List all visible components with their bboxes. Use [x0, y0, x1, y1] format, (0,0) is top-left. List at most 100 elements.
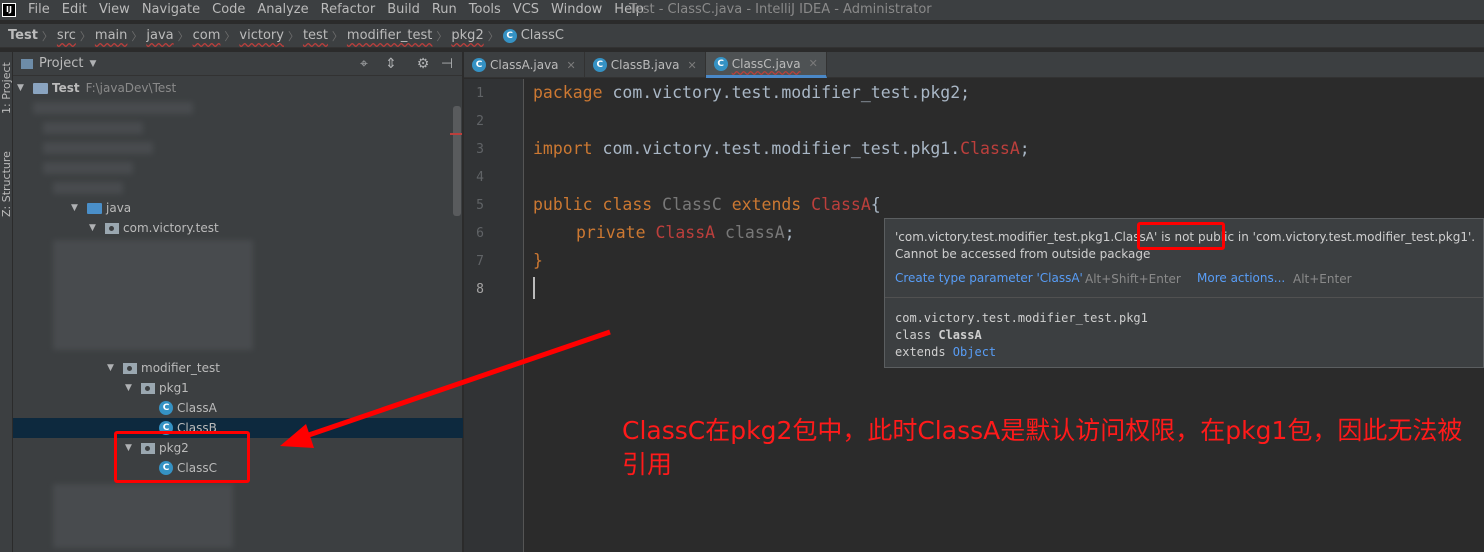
window-title: Test - ClassC.java - IntelliJ IDEA - Adm…	[629, 2, 932, 17]
chevron-down-icon[interactable]: ▼	[89, 59, 96, 69]
close-icon[interactable]: ✕	[567, 59, 576, 72]
blurred-content	[33, 102, 193, 114]
line-number: 4	[476, 170, 484, 185]
gear-icon[interactable]: ⚙	[415, 56, 431, 72]
expand-arrow-icon[interactable]: ▼	[125, 383, 135, 393]
tree-node-label: modifier_test	[141, 361, 220, 375]
breadcrumb-item[interactable]: victory	[235, 28, 288, 43]
project-tool-tab[interactable]: 1: Project	[0, 58, 13, 118]
tab-classb[interactable]: C ClassB.java ✕	[585, 52, 706, 78]
menu-navigate[interactable]: Navigate	[136, 0, 206, 20]
tooltip-message-prefix: 'com.victory.test.modifier_test.pkg1.Cla…	[895, 230, 1158, 244]
tab-classc-active[interactable]: C ClassC.java ✕	[705, 52, 827, 78]
menu-vcs[interactable]: VCS	[507, 0, 545, 20]
code-keyword: import	[533, 139, 593, 158]
tab-label: ClassC.java	[731, 56, 801, 71]
menu-bar: IJ File Edit View Navigate Code Analyze …	[0, 0, 1484, 20]
breadcrumb-item[interactable]: main	[91, 28, 131, 43]
blurred-content	[53, 182, 123, 194]
breadcrumb-separator-icon: 〉	[79, 29, 91, 43]
class-icon: C	[502, 28, 517, 43]
breadcrumb-item[interactable]: com	[189, 28, 225, 43]
doc-package: com.victory.test.modifier_test.pkg1	[895, 311, 1148, 325]
breadcrumb-item[interactable]: pkg2	[447, 28, 487, 43]
more-actions-link[interactable]: More actions...	[1197, 271, 1285, 285]
breadcrumb-item[interactable]: modifier_test	[343, 28, 436, 43]
code-error-ref: ClassA	[960, 139, 1020, 158]
shortcut-hint: Alt+Enter	[1293, 272, 1352, 286]
menu-refactor[interactable]: Refactor	[315, 0, 382, 20]
error-stripe-mark[interactable]	[450, 133, 462, 135]
menu-run[interactable]: Run	[426, 0, 463, 20]
tree-node-label: java	[106, 201, 132, 215]
breadcrumb-item[interactable]: test	[299, 28, 332, 43]
project-folder-icon	[21, 58, 33, 69]
tooltip-message-suffix: in 'com.victory.test.modifier_test.pkg1'…	[1237, 230, 1476, 244]
code-line-6: private ClassA classA;	[576, 219, 795, 247]
structure-tool-tab[interactable]: Z: Structure	[0, 144, 13, 224]
package-icon	[141, 382, 155, 394]
expand-arrow-icon[interactable]: ▼	[107, 363, 117, 373]
menu-view[interactable]: View	[93, 0, 136, 20]
hide-panel-icon[interactable]: ⊣	[439, 56, 455, 72]
tree-node-pkg1[interactable]: ▼ pkg1	[13, 378, 463, 398]
doc-class-name: ClassA	[938, 328, 982, 342]
create-type-parameter-link[interactable]: Create type parameter 'ClassA'	[895, 271, 1083, 285]
code-class-name: ClassC	[652, 195, 732, 214]
package-icon	[123, 362, 137, 374]
tree-scrollbar[interactable]	[453, 106, 461, 216]
menu-code[interactable]: Code	[206, 0, 251, 20]
expand-arrow-icon[interactable]: ▼	[89, 223, 99, 233]
code-error-ref: ClassA	[645, 223, 716, 242]
breadcrumb-item-classc[interactable]: C ClassC	[499, 28, 568, 43]
breadcrumb-separator-icon: 〉	[41, 29, 53, 43]
code-text: ;	[784, 223, 795, 242]
expand-arrow-icon[interactable]: ▼	[71, 203, 81, 213]
tree-node-path: F:\javaDev\Test	[85, 81, 177, 95]
intellij-logo-icon: IJ	[2, 3, 16, 17]
code-brace: }	[533, 251, 543, 270]
tree-node-classa[interactable]: C ClassA	[13, 398, 463, 418]
breadcrumb-item[interactable]: java	[142, 28, 177, 43]
breadcrumb-item[interactable]: src	[53, 28, 80, 43]
doc-object-link[interactable]: Object	[953, 345, 996, 359]
line-number: 3	[476, 142, 484, 157]
collapse-all-icon[interactable]: ⇕	[383, 56, 399, 72]
code-line-7: }	[533, 247, 543, 275]
breadcrumb-item[interactable]: Test	[4, 28, 42, 43]
menu-file[interactable]: File	[22, 0, 56, 20]
annotation-text: ClassC在pkg2包中，此时ClassA是默认访问权限，在pkg1包，因此无…	[622, 416, 1463, 479]
class-icon: C	[713, 56, 728, 71]
menu-tools[interactable]: Tools	[463, 0, 507, 20]
code-keyword: package	[533, 83, 603, 102]
tab-label: ClassA.java	[490, 58, 559, 72]
tab-classa[interactable]: C ClassA.java ✕	[464, 52, 585, 78]
blurred-content	[53, 240, 253, 350]
close-icon[interactable]: ✕	[809, 57, 818, 70]
tree-node-modifier-test[interactable]: ▼ modifier_test	[13, 358, 463, 378]
breadcrumb-separator-icon: 〉	[287, 29, 299, 43]
expand-arrow-icon[interactable]: ▼	[17, 83, 27, 93]
tree-node-com-victory-test[interactable]: ▼ com.victory.test	[13, 218, 463, 238]
menu-window[interactable]: Window	[545, 0, 608, 20]
project-view-selector[interactable]: Project	[39, 56, 83, 71]
package-icon	[105, 222, 119, 234]
tree-node-root[interactable]: ▼ Test F:\javaDev\Test	[13, 78, 463, 98]
breadcrumb-separator-icon: 〉	[487, 29, 499, 43]
tooltip-message-line2: Cannot be accessed from outside package	[895, 247, 1151, 261]
code-text: com.victory.test.modifier_test.pkg2;	[602, 83, 971, 102]
code-line-3: import com.victory.test.modifier_test.pk…	[533, 135, 1030, 163]
close-icon[interactable]: ✕	[688, 59, 697, 72]
locate-icon[interactable]: ⌖	[356, 56, 372, 72]
tree-node-label: com.victory.test	[123, 221, 219, 235]
code-line-1: package com.victory.test.modifier_test.p…	[533, 79, 970, 107]
tree-node-java[interactable]: ▼ java	[13, 198, 463, 218]
source-folder-icon	[87, 202, 102, 214]
menu-edit[interactable]: Edit	[56, 0, 93, 20]
menu-build[interactable]: Build	[381, 0, 426, 20]
line-number: 8	[476, 282, 484, 297]
line-number: 2	[476, 114, 484, 129]
class-icon: C	[159, 401, 173, 415]
doc-extends: extends Object	[895, 345, 996, 359]
menu-analyze[interactable]: Analyze	[251, 0, 314, 20]
